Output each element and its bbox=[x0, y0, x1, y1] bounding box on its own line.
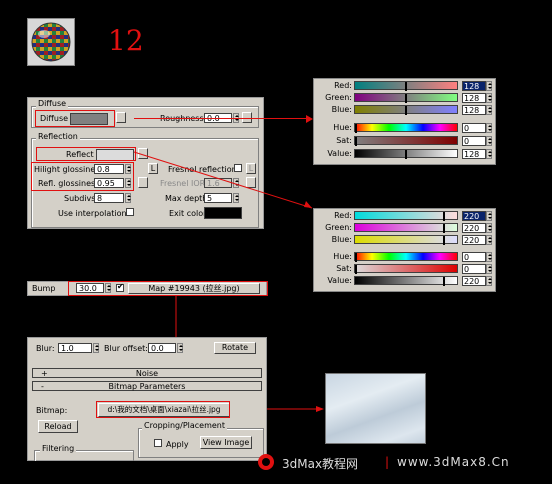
site-logo-swirl-icon bbox=[262, 458, 270, 466]
footer-url: www.3dMax8.Cn bbox=[397, 455, 510, 469]
footer-separator: | bbox=[385, 455, 390, 469]
footer-site-name: 3dMax教程网 bbox=[282, 457, 359, 471]
rotate-button[interactable]: Rotate bbox=[214, 342, 256, 354]
blur-offset-spinner[interactable] bbox=[177, 343, 183, 353]
bitmap-parameters-rollout[interactable]: - Bitmap Parameters bbox=[32, 381, 262, 391]
blur-spinner[interactable] bbox=[93, 343, 99, 353]
blur-offset-label: Blur offset: bbox=[104, 344, 148, 353]
noise-expand-sign: + bbox=[41, 369, 48, 378]
view-image-button[interactable]: View Image bbox=[200, 436, 252, 449]
blur-label: Blur: bbox=[36, 344, 55, 353]
blur-input[interactable]: 1.0 bbox=[58, 343, 92, 353]
apply-label: Apply bbox=[166, 440, 189, 449]
filtering-group-title: Filtering bbox=[40, 444, 77, 453]
bitmap-panel: Blur: 1.0 Blur offset: 0.0 Rotate + Nois… bbox=[27, 337, 267, 461]
bitmap-path-highlight bbox=[96, 401, 230, 418]
noise-rollout-title: Noise bbox=[135, 369, 159, 378]
bitmap-rollout-title: Bitmap Parameters bbox=[108, 382, 186, 391]
noise-rollout[interactable]: + Noise bbox=[32, 368, 262, 378]
brushed-metal-texture-preview bbox=[325, 373, 426, 444]
blur-offset-input[interactable]: 0.0 bbox=[148, 343, 176, 353]
bitmap-label: Bitmap: bbox=[36, 406, 68, 415]
apply-checkbox[interactable] bbox=[154, 439, 162, 447]
cropping-group-title: Cropping/Placement bbox=[142, 421, 228, 430]
reload-button[interactable]: Reload bbox=[38, 420, 78, 433]
bitmap-collapse-sign: - bbox=[41, 382, 44, 391]
